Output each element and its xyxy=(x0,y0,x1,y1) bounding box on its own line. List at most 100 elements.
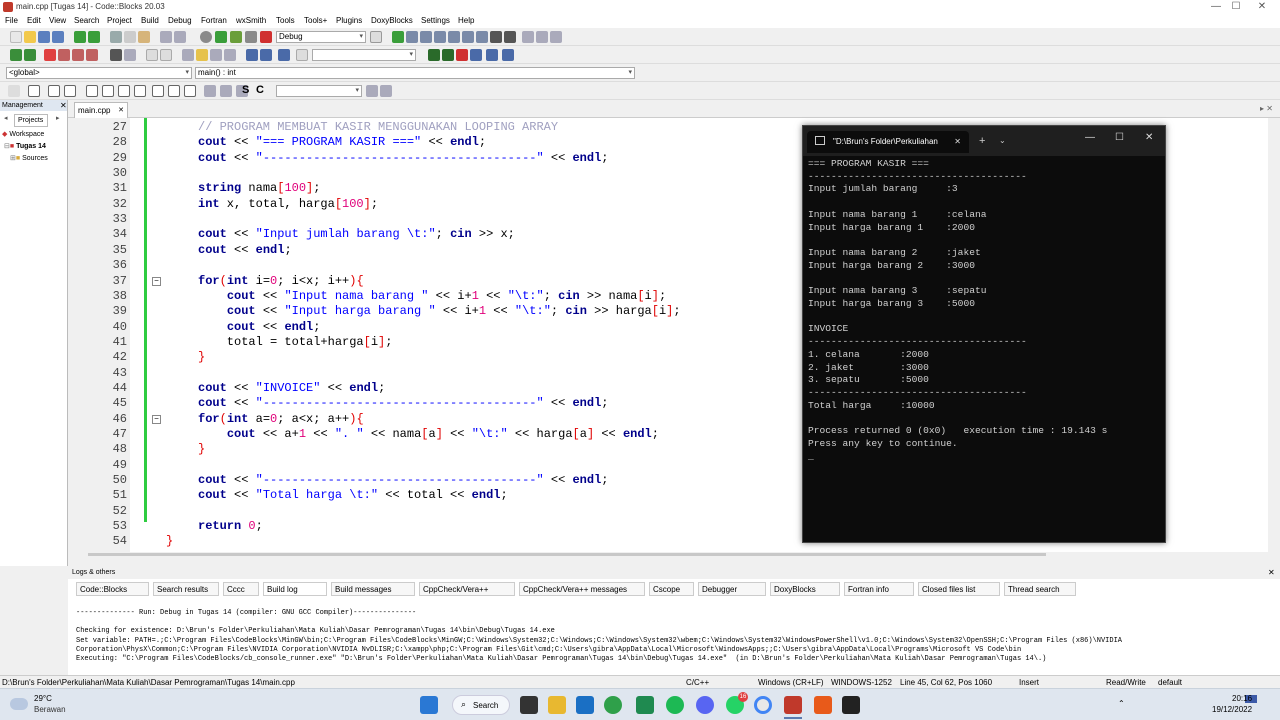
layout-1-icon[interactable] xyxy=(86,85,98,97)
menu-debug[interactable]: Debug xyxy=(168,16,192,25)
zoom-out-icon[interactable] xyxy=(220,85,232,97)
log-tab[interactable]: CppCheck/Vera++ xyxy=(419,582,515,596)
run-icon[interactable] xyxy=(215,31,227,43)
menu-tools-plus[interactable]: Tools+ xyxy=(304,16,327,25)
start-icon[interactable] xyxy=(420,696,438,714)
menu-doxyblocks[interactable]: DoxyBlocks xyxy=(371,16,413,25)
abort-icon[interactable] xyxy=(260,31,272,43)
maximize-button[interactable]: ☐ xyxy=(1226,1,1246,13)
log-tab[interactable]: DoxyBlocks xyxy=(770,582,840,596)
clock-time[interactable]: 20:16 xyxy=(1232,694,1252,703)
next-icon[interactable] xyxy=(260,49,272,61)
new-file-icon[interactable] xyxy=(10,31,22,43)
new-tab-icon[interactable]: + xyxy=(979,135,985,147)
step-out-icon[interactable] xyxy=(448,31,460,43)
tree-workspace[interactable]: ◆ Workspace xyxy=(2,130,44,138)
regex-icon[interactable] xyxy=(502,49,514,61)
mark-icon[interactable] xyxy=(456,49,468,61)
log-tab[interactable]: Closed files list xyxy=(918,582,1000,596)
step-into-icon[interactable] xyxy=(434,31,446,43)
close-icon[interactable]: ✕ xyxy=(118,106,124,114)
rebuild-icon[interactable] xyxy=(245,31,257,43)
text-s-button[interactable]: S xyxy=(242,84,249,96)
doc-icon[interactable] xyxy=(210,49,222,61)
menu-project[interactable]: Project xyxy=(107,16,132,25)
help-icon[interactable] xyxy=(196,49,208,61)
app-l-icon[interactable] xyxy=(576,696,594,714)
build-target-select[interactable]: Debug ▾ xyxy=(276,31,366,43)
menu-edit[interactable]: Edit xyxy=(27,16,41,25)
zoom-in-icon[interactable] xyxy=(204,85,216,97)
weather-temp[interactable]: 29°C xyxy=(34,694,52,703)
pause-icon[interactable] xyxy=(490,31,502,43)
excel-icon[interactable] xyxy=(636,696,654,714)
layout-2-icon[interactable] xyxy=(102,85,114,97)
next-line-icon[interactable] xyxy=(420,31,432,43)
log-tab[interactable]: Cccc xyxy=(223,582,259,596)
minimize-button[interactable]: — xyxy=(1085,132,1095,143)
menu-plugins[interactable]: Plugins xyxy=(336,16,362,25)
menu-file[interactable]: File xyxy=(5,16,18,25)
debug-layout-icon[interactable] xyxy=(550,31,562,43)
build-gear-icon[interactable] xyxy=(200,31,212,43)
spotify-icon[interactable] xyxy=(666,696,684,714)
search-combo[interactable]: ▾ xyxy=(312,49,416,61)
weather-desc[interactable]: Berawan xyxy=(34,705,66,714)
extract-icon[interactable] xyxy=(182,49,194,61)
log-tab[interactable]: Debugger xyxy=(698,582,766,596)
text-c-button[interactable]: C xyxy=(256,84,264,96)
task-view-icon[interactable] xyxy=(520,696,538,714)
search-next-icon[interactable] xyxy=(442,49,454,61)
maximize-button[interactable]: ☐ xyxy=(1115,132,1124,143)
bookmark-prev-icon[interactable] xyxy=(58,49,70,61)
replace-icon[interactable] xyxy=(174,31,186,43)
undo-icon[interactable] xyxy=(74,31,86,43)
menu-help[interactable]: Help xyxy=(458,16,474,25)
tree-project[interactable]: ⊟■ Tugas 14 xyxy=(4,142,46,150)
menu-settings[interactable]: Settings xyxy=(421,16,450,25)
search-prev-icon[interactable] xyxy=(428,49,440,61)
menu-search[interactable]: Search xyxy=(74,16,99,25)
comment-block-icon[interactable] xyxy=(146,49,158,61)
stop-debug-icon[interactable] xyxy=(504,31,516,43)
debug-info-icon[interactable] xyxy=(536,31,548,43)
log-tab[interactable]: Build messages xyxy=(331,582,415,596)
wx-settings-icon[interactable] xyxy=(380,85,392,97)
doxy-icon[interactable] xyxy=(110,49,122,61)
tab-list-icon[interactable]: ▸ ✕ xyxy=(1260,104,1273,113)
log-tab[interactable]: CppCheck/Vera++ messages xyxy=(519,582,645,596)
discord-icon[interactable] xyxy=(696,696,714,714)
save-icon[interactable] xyxy=(38,31,50,43)
menu-build[interactable]: Build xyxy=(141,16,159,25)
run-to-cursor-icon[interactable] xyxy=(406,31,418,43)
log-tab[interactable]: Thread search xyxy=(1004,582,1076,596)
sizer-icon[interactable] xyxy=(48,85,60,97)
bookmark-clear-icon[interactable] xyxy=(86,49,98,61)
fold-toggle-icon[interactable]: − xyxy=(152,276,161,286)
jump-back-icon[interactable] xyxy=(10,49,22,61)
next-instruction-icon[interactable] xyxy=(462,31,474,43)
insert-into-icon[interactable] xyxy=(152,85,164,97)
bookmark-toggle-icon[interactable] xyxy=(44,49,56,61)
menu-wxsmith[interactable]: wxSmith xyxy=(236,16,266,25)
log-tab[interactable]: Build log xyxy=(263,582,327,596)
file-explorer-icon[interactable] xyxy=(548,696,566,714)
tree-sources[interactable]: ⊞■ Sources xyxy=(10,154,48,162)
box-icon[interactable] xyxy=(28,85,40,97)
prev-icon[interactable] xyxy=(246,49,258,61)
scope-select[interactable]: <global> ▾ xyxy=(6,67,192,79)
debug-continue-icon[interactable] xyxy=(392,31,404,43)
highlight-icon[interactable] xyxy=(278,49,290,61)
cut-icon[interactable] xyxy=(110,31,122,43)
close-icon[interactable]: ✕ xyxy=(60,101,67,110)
menu-view[interactable]: View xyxy=(49,16,66,25)
close-icon[interactable]: ✕ xyxy=(954,137,961,146)
horizontal-scrollbar[interactable] xyxy=(88,553,1046,556)
wrench-icon[interactable] xyxy=(224,49,236,61)
paste-icon[interactable] xyxy=(138,31,150,43)
tab-main-cpp[interactable]: main.cpp ✕ xyxy=(74,102,128,118)
chevron-up-icon[interactable]: ⌃ xyxy=(1118,699,1125,708)
layout-4-icon[interactable] xyxy=(134,85,146,97)
clock-date[interactable]: 19/12/2022 xyxy=(1212,705,1252,714)
minimize-button[interactable]: — xyxy=(1206,1,1226,13)
